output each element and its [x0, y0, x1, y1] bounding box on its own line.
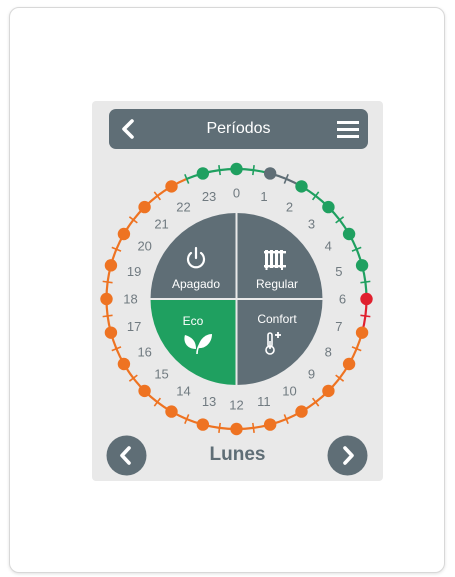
previous-day-button[interactable] [106, 435, 147, 476]
hour-label: 3 [308, 217, 315, 232]
day-label: Lunes [209, 444, 266, 465]
hour-label: 8 [325, 345, 332, 360]
mode-label-confort: Confort [257, 312, 297, 326]
hour-dot[interactable] [295, 180, 308, 193]
hour-dot[interactable] [230, 422, 243, 436]
hour-dot[interactable] [355, 326, 369, 339]
hour-label: 17 [127, 319, 141, 334]
hour-label: 5 [335, 264, 342, 279]
radiator-icon [264, 250, 286, 270]
hour-dot[interactable] [117, 357, 131, 371]
half-hour-tick [360, 314, 371, 318]
half-hour-tick [102, 280, 113, 284]
half-hour-tick [360, 280, 371, 284]
hour-label: 22 [176, 200, 190, 215]
hour-label: 12 [229, 398, 243, 413]
hour-dot[interactable] [230, 162, 243, 176]
hour-dot[interactable] [342, 227, 356, 241]
hour-label: 10 [282, 383, 296, 398]
hour-label: 4 [325, 239, 332, 254]
half-hour-tick [218, 165, 221, 176]
half-hour-tick [252, 422, 255, 433]
hour-dot[interactable] [295, 405, 308, 418]
mode-label-apagado: Apagado [172, 277, 220, 291]
chevron-left-icon [106, 435, 147, 476]
half-hour-tick [102, 314, 113, 318]
hour-dot[interactable] [322, 200, 335, 214]
hour-label: 13 [202, 394, 216, 409]
hour-dot[interactable] [104, 259, 118, 272]
next-day-button[interactable] [327, 435, 368, 476]
hour-dot[interactable] [165, 180, 178, 193]
hour-label: 16 [137, 345, 151, 360]
hour-dot[interactable] [196, 167, 210, 180]
hour-label: 1 [260, 189, 267, 204]
hour-dot[interactable] [165, 405, 178, 418]
hour-label: 11 [257, 394, 271, 409]
mode-label-eco: Eco [183, 314, 204, 328]
hour-label: 20 [137, 239, 151, 254]
hour-dot[interactable] [117, 227, 131, 241]
hour-dot[interactable] [138, 384, 151, 398]
half-hour-tick [252, 165, 255, 176]
hour-dot[interactable] [322, 384, 335, 398]
hour-dot[interactable] [104, 326, 118, 339]
hour-dot[interactable] [138, 200, 151, 214]
hour-label: 19 [127, 264, 141, 279]
schedule-dial: 0 1234567891011121314151617181920212223 A… [100, 162, 373, 436]
hour-label: 0 [233, 186, 240, 201]
hour-label: 2 [286, 200, 293, 215]
hour-dot[interactable] [342, 357, 356, 371]
hour-dot[interactable] [100, 292, 113, 306]
hour-dot[interactable] [263, 418, 277, 431]
hour-label: 15 [154, 366, 168, 381]
hour-label: 21 [154, 217, 168, 232]
hour-dot[interactable] [355, 259, 369, 272]
mode-label-regular: Regular [256, 277, 298, 291]
half-hour-tick [218, 422, 221, 433]
hour-label: 18 [123, 292, 137, 307]
hour-label: 7 [335, 319, 342, 334]
hour-label: 23 [202, 189, 216, 204]
hour-dot[interactable] [263, 167, 277, 180]
chevron-right-icon [327, 435, 368, 476]
hour-dot[interactable] [360, 292, 373, 306]
hour-label: 14 [176, 383, 190, 398]
hour-dot[interactable] [196, 418, 210, 431]
hour-label: 6 [339, 292, 346, 307]
hour-label: 9 [308, 366, 315, 381]
